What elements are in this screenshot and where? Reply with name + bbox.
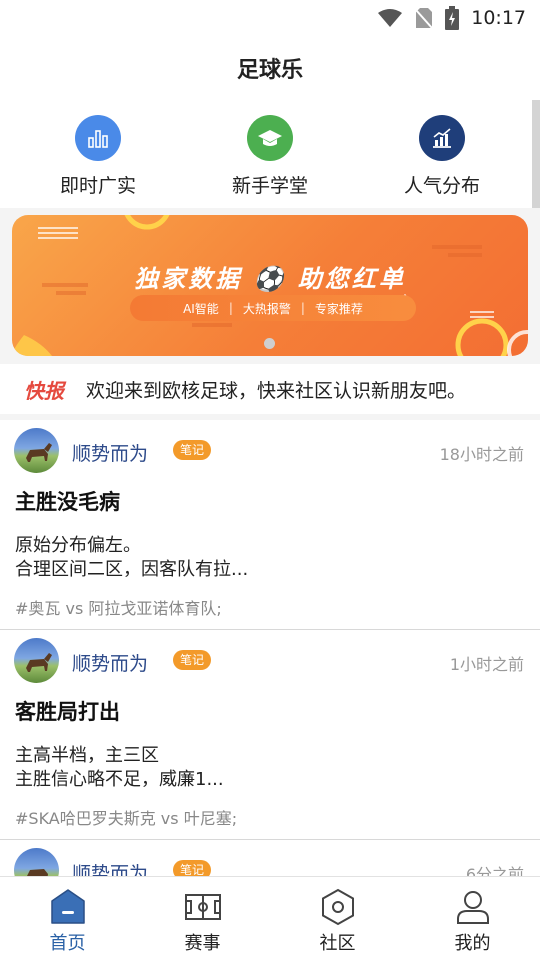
- quick-nav-popularity[interactable]: 人气分布: [372, 112, 512, 198]
- divider: |: [300, 301, 305, 315]
- post-badge: 笔记: [173, 650, 212, 670]
- avatar[interactable]: [14, 848, 59, 876]
- user-icon: [456, 891, 489, 924]
- quick-nav-beginner-school[interactable]: 新手学堂: [200, 112, 340, 198]
- quick-nav-label: 即时广实: [59, 175, 136, 197]
- bottom-tab-bar: 首页 赛事 社区 我的: [0, 876, 540, 960]
- quick-nav-label: 新手学堂: [231, 175, 308, 197]
- quick-nav-live-index[interactable]: 即时广实: [28, 112, 168, 198]
- battery-charging-icon: [445, 6, 460, 30]
- post-author[interactable]: 顺势而为: [72, 439, 148, 466]
- banner-carousel[interactable]: 独家数据 ⚽ 助您红单 AI智能 | 大热报警 | 专家推荐: [0, 208, 540, 364]
- tab-label: 首页: [49, 933, 86, 954]
- post-excerpt-line: 主胜信心略不足，威廉1...: [15, 769, 224, 790]
- banner-feature-ai: AI智能: [183, 301, 219, 316]
- post-card[interactable]: 顺势而为 笔记 18小时之前 主胜没毛病 原始分布偏左。 合理区间二区，因客队有…: [0, 420, 540, 630]
- post-time: 6分之前: [465, 865, 524, 876]
- news-tag: 快报: [24, 378, 64, 403]
- tab-matches[interactable]: 赛事: [135, 877, 270, 960]
- avatar[interactable]: [14, 638, 59, 683]
- news-ticker[interactable]: 快报 欢迎来到欧核足球，快来社区认识新朋友吧。: [0, 364, 540, 414]
- post-title[interactable]: 主胜没毛病: [15, 486, 120, 516]
- hexagon-icon: [321, 888, 354, 926]
- tab-label: 我的: [454, 933, 491, 954]
- avatar[interactable]: [14, 428, 59, 473]
- post-time: 1小时之前: [449, 655, 524, 674]
- post-excerpt-line: 合理区间二区，因客队有拉...: [15, 559, 249, 580]
- banner-feature-alert: 大热报警: [242, 301, 291, 316]
- divider: |: [228, 301, 233, 315]
- banner-feature-expert: 专家推荐: [314, 301, 363, 316]
- quick-nav-label: 人气分布: [403, 175, 480, 197]
- post-author[interactable]: 顺势而为: [72, 649, 148, 676]
- quick-nav: 即时广实 新手学堂 人气分布: [0, 112, 540, 202]
- tab-label: 赛事: [184, 933, 221, 954]
- graduation-cap-icon: [247, 115, 293, 161]
- tab-label: 社区: [319, 933, 356, 954]
- post-excerpt-line: 原始分布偏左。: [15, 535, 141, 556]
- post-time: 18小时之前: [439, 445, 524, 464]
- tab-profile[interactable]: 我的: [405, 877, 540, 960]
- page-title: 足球乐: [236, 58, 303, 83]
- banner-features: AI智能 | 大热报警 | 专家推荐: [130, 295, 416, 321]
- tab-community[interactable]: 社区: [270, 877, 405, 960]
- post-badge: 笔记: [173, 860, 212, 876]
- news-text: 欢迎来到欧核足球，快来社区认识新朋友吧。: [86, 379, 467, 402]
- no-sim-icon: [415, 8, 433, 29]
- post-author[interactable]: 顺势而为: [72, 859, 148, 876]
- wifi-icon: [378, 9, 403, 27]
- home-icon: [50, 889, 85, 924]
- post-card[interactable]: 顺势而为 笔记 6分之前: [0, 840, 540, 876]
- trend-chart-icon: [419, 115, 465, 161]
- post-excerpt-line: 主高半档，主三区: [15, 745, 159, 766]
- bar-chart-icon: [75, 115, 121, 161]
- carousel-indicator-dot[interactable]: [264, 338, 275, 349]
- post-match-tag[interactable]: #奥瓦 vs 阿拉戈亚诺体育队;: [15, 595, 222, 619]
- banner-slide[interactable]: 独家数据 ⚽ 助您红单 AI智能 | 大热报警 | 专家推荐: [12, 215, 528, 356]
- post-badge: 笔记: [173, 440, 212, 460]
- post-title[interactable]: 客胜局打出: [15, 696, 120, 726]
- banner-title: 独家数据 ⚽ 助您红单: [134, 265, 406, 293]
- post-match-tag[interactable]: #SKA哈巴罗夫斯克 vs 叶尼塞;: [15, 805, 237, 829]
- tab-home[interactable]: 首页: [0, 877, 135, 960]
- status-bar: 10:17: [0, 0, 540, 36]
- pitch-icon: [184, 894, 221, 920]
- status-time: 10:17: [471, 7, 526, 29]
- post-card[interactable]: 顺势而为 笔记 1小时之前 客胜局打出 主高半档，主三区 主胜信心略不足，威廉1…: [0, 630, 540, 840]
